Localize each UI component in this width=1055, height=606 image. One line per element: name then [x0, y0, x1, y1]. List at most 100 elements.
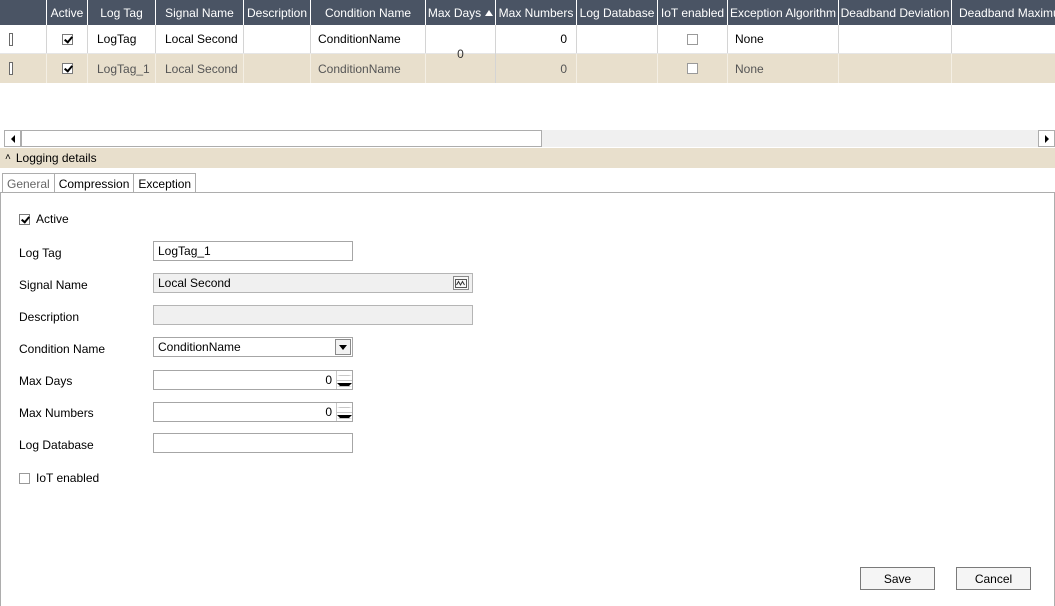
signal-browse-button[interactable]	[453, 276, 469, 290]
description-label: Description	[19, 310, 80, 324]
scroll-left-icon	[10, 134, 15, 143]
condition-name-label: Condition Name	[19, 342, 106, 356]
cell-iot-enabled[interactable]	[658, 54, 728, 83]
max-numbers-value: 0	[325, 405, 332, 419]
header-exception-algorithm[interactable]: Exception Algorithm	[728, 0, 839, 25]
max-days-stepper[interactable]: 0	[153, 370, 353, 390]
tab-general[interactable]: General	[2, 173, 55, 193]
row-indicator	[0, 54, 22, 83]
signal-browse-icon	[455, 278, 467, 288]
cell-deadband-deviation[interactable]	[839, 54, 952, 83]
checkbox-icon[interactable]	[687, 63, 698, 74]
tab-compression[interactable]: Compression	[53, 173, 135, 193]
logging-details-header[interactable]: ˄ Logging details	[0, 148, 1055, 168]
max-days-value: 0	[325, 373, 332, 387]
scroll-left-button[interactable]	[4, 130, 21, 147]
document-icon	[9, 32, 13, 46]
cell-active[interactable]	[47, 54, 88, 83]
cell-max-numbers[interactable]: 0	[496, 54, 577, 83]
cell-log-tag[interactable]: LogTag	[88, 25, 156, 53]
checkbox-icon[interactable]	[687, 33, 698, 45]
cell-condition-name[interactable]: ConditionName	[311, 54, 426, 83]
cell-exception-algorithm[interactable]: None	[728, 54, 839, 83]
cell-signal-name[interactable]: Local Second	[156, 54, 244, 83]
cell-deadband-maximum[interactable]	[952, 54, 1055, 83]
cell-log-database[interactable]	[577, 54, 658, 83]
cell-signal-name[interactable]: Local Second	[156, 25, 244, 53]
spin-up-icon	[337, 374, 352, 376]
log-database-label: Log Database	[19, 438, 94, 452]
max-numbers-spin[interactable]	[336, 403, 352, 421]
max-numbers-label: Max Numbers	[19, 406, 94, 420]
header-max-days[interactable]: Max Days	[426, 0, 496, 25]
cell-description[interactable]	[244, 25, 311, 53]
table-row[interactable]: LogTag Local Second ConditionName 0 None	[0, 25, 1055, 54]
iot-enabled-label: IoT enabled	[36, 471, 100, 485]
header-log-database[interactable]: Log Database	[577, 0, 658, 25]
max-days-spin[interactable]	[336, 371, 352, 389]
header-deadband-deviation[interactable]: Deadband Deviation	[839, 0, 952, 25]
active-label: Active	[36, 212, 69, 226]
header-max-numbers[interactable]: Max Numbers	[496, 0, 577, 25]
table-row[interactable]: LogTag_1 Local Second ConditionName 0 No…	[0, 54, 1055, 83]
log-tag-input[interactable]: LogTag_1	[153, 241, 353, 261]
row-indicator	[0, 25, 22, 53]
scrollbar-thumb[interactable]	[21, 130, 542, 147]
cell-description[interactable]	[244, 54, 311, 83]
sort-ascending-icon	[485, 9, 494, 16]
tab-exception[interactable]: Exception	[133, 173, 197, 193]
logging-details-title: Logging details	[15, 151, 97, 165]
checkbox-icon[interactable]	[61, 63, 73, 74]
header-iot-enabled[interactable]: IoT enabled	[658, 0, 728, 25]
max-days-label: Max Days	[19, 374, 73, 388]
cancel-button[interactable]: Cancel	[956, 567, 1031, 590]
collapse-chevron-icon[interactable]: ˄	[5, 153, 11, 163]
spin-down-button[interactable]	[337, 381, 352, 390]
dropdown-arrow-icon	[339, 344, 347, 350]
max-numbers-stepper[interactable]: 0	[153, 402, 353, 422]
cell-log-database[interactable]	[577, 25, 658, 53]
active-checkbox[interactable]	[19, 213, 30, 225]
log-database-input[interactable]	[153, 433, 353, 453]
header-description[interactable]: Description	[244, 0, 311, 25]
header-signal-name[interactable]: Signal Name	[156, 0, 244, 25]
cell-condition-name[interactable]: ConditionName	[311, 25, 426, 53]
cell-log-tag[interactable]: LogTag_1	[88, 54, 156, 83]
header-row-indicator	[0, 0, 47, 25]
cell-exception-algorithm[interactable]: None	[728, 25, 839, 53]
spin-up-icon	[337, 406, 352, 408]
header-log-tag[interactable]: Log Tag	[88, 0, 156, 25]
iot-checkbox-row[interactable]: IoT enabled	[19, 471, 99, 485]
signal-name-value: Local Second	[158, 276, 231, 290]
cell-deadband-deviation[interactable]	[839, 25, 952, 53]
spin-down-button[interactable]	[337, 413, 352, 422]
cell-max-numbers[interactable]: 0	[496, 25, 577, 53]
cell-max-days-merged[interactable]: 0	[426, 25, 496, 83]
log-tag-label: Log Tag	[19, 246, 62, 260]
header-condition-name[interactable]: Condition Name	[311, 0, 426, 25]
cell-iot-enabled[interactable]	[658, 25, 728, 53]
scroll-right-button[interactable]	[1038, 130, 1055, 147]
horizontal-scrollbar[interactable]	[4, 130, 1055, 147]
header-active[interactable]: Active	[47, 0, 88, 25]
details-tabs: General Compression Exception	[2, 173, 197, 193]
save-button[interactable]: Save	[860, 567, 935, 590]
description-input[interactable]	[153, 305, 473, 325]
condition-name-value: ConditionName	[158, 340, 241, 354]
cell-deadband-maximum[interactable]	[952, 25, 1055, 53]
document-icon	[9, 62, 13, 75]
spin-up-button[interactable]	[337, 371, 352, 381]
signal-name-field[interactable]: Local Second	[153, 273, 473, 293]
dropdown-arrow-button[interactable]	[335, 339, 351, 355]
active-checkbox-row[interactable]: Active	[19, 212, 69, 226]
scroll-right-icon	[1044, 134, 1049, 143]
condition-name-select[interactable]: ConditionName	[153, 337, 353, 357]
cell-active[interactable]	[47, 25, 88, 53]
header-deadband-maximum[interactable]: Deadband Maximum	[952, 0, 1055, 25]
spin-down-icon	[337, 382, 352, 387]
spin-up-button[interactable]	[337, 403, 352, 413]
iot-enabled-checkbox[interactable]	[19, 472, 30, 484]
signal-name-label: Signal Name	[19, 278, 88, 292]
grid-header: Active Log Tag Signal Name Description C…	[0, 0, 1055, 25]
checkbox-icon[interactable]	[61, 33, 73, 45]
